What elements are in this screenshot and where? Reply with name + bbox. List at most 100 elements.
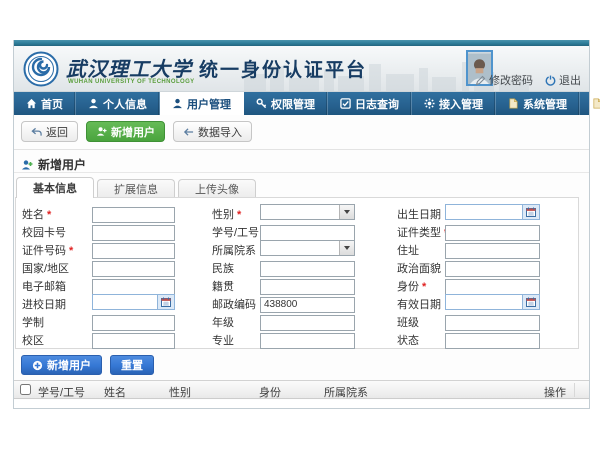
- toolbar: 返回 新增用户 数据导入: [21, 121, 252, 142]
- col-identity: 身份: [259, 384, 281, 400]
- nav-label: 首页: [41, 96, 63, 112]
- id-number-input[interactable]: [92, 243, 175, 259]
- nav-label: 系统管理: [523, 96, 567, 112]
- nav-item-logs[interactable]: 日志查询: [328, 92, 412, 115]
- form-row: 国家/地区 民族 政治面貌: [16, 258, 578, 274]
- platform-title: 统一身份认证平台: [199, 55, 367, 82]
- col-gender: 性别: [169, 384, 191, 400]
- nav-label: 日志查询: [355, 96, 399, 112]
- column-separator: [574, 383, 575, 397]
- form-row: 进校日期 邮政编码 有效日期: [16, 294, 578, 310]
- field-label-id-type: 证件类型*: [397, 224, 448, 240]
- add-user-label: 新增用户: [111, 124, 155, 140]
- field-label-ethnicity: 民族: [212, 260, 234, 276]
- calendar-icon[interactable]: [522, 295, 539, 309]
- document-icon: [592, 98, 600, 109]
- postal-code-input[interactable]: [260, 297, 355, 313]
- nav-item-profile[interactable]: 个人信息: [76, 92, 160, 115]
- col-actions: 操作: [544, 384, 566, 400]
- field-label-gender: 性别*: [212, 206, 241, 222]
- dropdown-arrow-icon[interactable]: [339, 241, 354, 255]
- submit-add-user-button[interactable]: 新增用户: [21, 355, 102, 375]
- gear-icon: [424, 98, 435, 109]
- nav-item-permissions[interactable]: 权限管理: [244, 92, 328, 115]
- change-password-link[interactable]: 修改密码: [475, 72, 533, 88]
- political-status-input[interactable]: [445, 261, 540, 277]
- users-icon: [172, 98, 183, 109]
- main-nav: 首页 个人信息 用户管理 权限管理 日志查询 接入管理: [14, 92, 589, 115]
- form-row: 姓名* 性别* 出生日期: [16, 204, 578, 220]
- birthdate-input[interactable]: [445, 204, 540, 220]
- schooling-length-input[interactable]: [92, 315, 175, 331]
- field-label-grade: 年级: [212, 314, 234, 330]
- ethnicity-input[interactable]: [260, 261, 355, 277]
- divider: [14, 172, 589, 173]
- nav-item-subscriptions[interactable]: 订阅管理: [580, 92, 600, 115]
- calendar-icon[interactable]: [157, 295, 174, 309]
- home-icon: [26, 98, 37, 109]
- gender-select[interactable]: [260, 204, 355, 220]
- enrollment-date-input[interactable]: [92, 294, 175, 310]
- country-input[interactable]: [92, 261, 175, 277]
- results-table-header: 学号/工号 姓名 性别 身份 所属院系 操作: [14, 380, 589, 399]
- pencil-icon: [475, 75, 486, 86]
- id-type-input[interactable]: [445, 225, 540, 241]
- nav-item-home[interactable]: 首页: [14, 92, 76, 115]
- university-name-en: WUHAN UNIVERSITY OF TECHNOLOGY: [68, 79, 195, 85]
- reset-button[interactable]: 重置: [110, 355, 154, 375]
- tab-extended-info[interactable]: 扩展信息: [97, 179, 175, 198]
- student-id-input[interactable]: [260, 225, 355, 241]
- status-input[interactable]: [445, 333, 540, 349]
- tab-label: 上传头像: [195, 181, 239, 197]
- nav-item-user-management[interactable]: 用户管理: [160, 92, 244, 115]
- campus-card-input[interactable]: [92, 225, 175, 241]
- field-label-campus-card: 校园卡号: [22, 224, 66, 240]
- valid-date-input[interactable]: [445, 294, 540, 310]
- user-add-icon: [96, 126, 107, 137]
- tab-upload-avatar[interactable]: 上传头像: [178, 179, 256, 198]
- nav-label: 接入管理: [439, 96, 483, 112]
- app-header: 武汉理工大学 WUHAN UNIVERSITY OF TECHNOLOGY 统一…: [14, 46, 589, 92]
- calendar-icon[interactable]: [522, 205, 539, 219]
- native-place-input[interactable]: [260, 279, 355, 295]
- field-label-valid-date: 有效日期: [397, 296, 441, 312]
- col-department: 所属院系: [324, 384, 368, 400]
- form-row: 证件号码* 所属院系 住址: [16, 240, 578, 256]
- nav-label: 个人信息: [103, 96, 147, 112]
- reset-label: 重置: [121, 357, 143, 373]
- university-logo: [23, 51, 59, 87]
- col-name: 姓名: [104, 384, 126, 400]
- department-select[interactable]: [260, 240, 355, 256]
- field-label-class: 班级: [397, 314, 419, 330]
- identity-input[interactable]: [445, 279, 540, 295]
- field-label-political-status: 政治面貌: [397, 260, 441, 276]
- grade-input[interactable]: [260, 315, 355, 331]
- tab-basic-info[interactable]: 基本信息: [16, 177, 94, 198]
- field-label-campus: 校区: [22, 332, 44, 348]
- field-label-status: 状态: [397, 332, 419, 348]
- select-all-checkbox[interactable]: [20, 384, 31, 395]
- tab-strip: 基本信息 扩展信息 上传头像: [16, 177, 259, 198]
- data-import-label: 数据导入: [198, 124, 242, 140]
- email-input[interactable]: [92, 279, 175, 295]
- logout-link[interactable]: 退出: [545, 72, 581, 88]
- name-input[interactable]: [92, 207, 175, 223]
- back-button[interactable]: 返回: [21, 121, 78, 142]
- nav-item-access[interactable]: 接入管理: [412, 92, 496, 115]
- campus-input[interactable]: [92, 333, 175, 349]
- form-actions: 新增用户 重置: [21, 355, 154, 375]
- results-table-body-empty: [14, 400, 589, 408]
- address-input[interactable]: [445, 243, 540, 259]
- back-arrow-icon: [31, 127, 42, 137]
- field-label-enrollment-date: 进校日期: [22, 296, 66, 312]
- major-input[interactable]: [260, 333, 355, 349]
- dropdown-arrow-icon[interactable]: [339, 205, 354, 219]
- add-user-toolbar-button[interactable]: 新增用户: [86, 121, 165, 142]
- data-import-button[interactable]: 数据导入: [173, 121, 252, 142]
- section-title-text: 新增用户: [38, 156, 86, 173]
- class-input[interactable]: [445, 315, 540, 331]
- tab-label: 基本信息: [33, 180, 77, 196]
- field-label-schooling-length: 学制: [22, 314, 44, 330]
- nav-item-system[interactable]: 系统管理: [496, 92, 580, 115]
- field-label-name: 姓名*: [22, 206, 51, 222]
